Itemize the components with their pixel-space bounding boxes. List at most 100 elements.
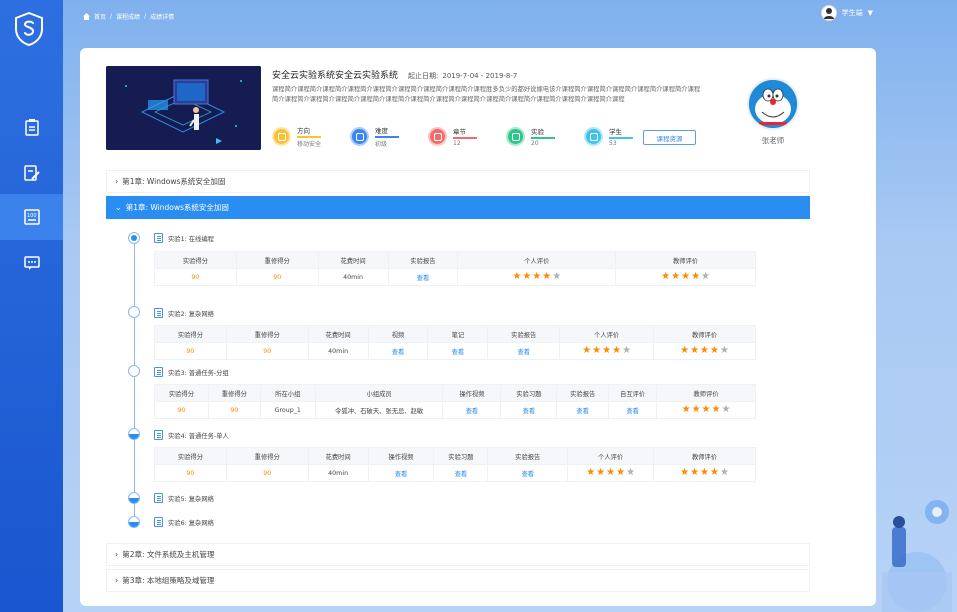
experiment-3-title[interactable]: 实验3: 普通任务-分组 [154,367,229,377]
clipboard-icon [24,119,39,136]
stat-value: 初级 [375,141,388,148]
nav-item-scores[interactable]: 100 [0,194,63,240]
chapter-label: 第2章: 文件系统及主机管理 [122,550,215,559]
view-report-link[interactable]: 查看 [556,401,610,419]
view-video-link[interactable]: 查看 [367,464,435,482]
star-filled-icon: ★ [711,404,721,415]
course-resource-button[interactable]: 课程资源 [643,130,696,145]
header-cell: 实验习题 [433,447,489,465]
header-cell: 实验得分 [154,384,209,402]
experiment-title-text: 实验1: 在线编程 [168,235,214,243]
teacher-name: 张老师 [761,136,785,145]
header-cell: 实验报告 [556,384,610,402]
document-icon [154,367,163,377]
star-filled-icon: ★ [700,345,710,356]
timeline-dot-half [128,428,140,440]
stat-bar [609,137,633,139]
view-notes-link[interactable]: 查看 [427,342,489,360]
score-cell: 90 [154,464,227,482]
star-filled-icon: ★ [512,271,522,282]
edit-document-icon [23,165,40,181]
timeline-dot-complete [128,232,140,244]
header-cell: 实验报告 [487,325,561,343]
breadcrumb-home[interactable]: 首页 [94,12,106,21]
experiment-title-text: 实验6: 复杂网络 [168,519,214,527]
view-report-link[interactable]: 查看 [487,464,569,482]
topbar: 首页 / 课程成绩 / 成绩详情 学生端 ▼ [63,0,957,32]
nav-item-messages[interactable] [0,240,63,286]
view-exercise-link[interactable]: 查看 [500,401,558,419]
personal-rating-cell: ★ ★ ★ ★ ★ [457,268,617,286]
header-cell: 实验报告 [387,251,459,269]
nav-item-edit[interactable] [0,150,63,196]
chapter-label: 第3章: 本地组策略及域管理 [122,576,215,585]
chapter-1-expanded[interactable]: ⌄ 第1章: Windows系统安全加固 [106,196,810,219]
star-rating: ★ ★ ★ ★ ★ [512,272,561,282]
view-video-link[interactable]: 查看 [442,401,502,419]
star-filled-icon: ★ [606,467,616,478]
document-icon [154,233,163,243]
chevron-right-icon: › [115,576,119,585]
chevron-right-icon: › [115,177,119,186]
view-exercise-link[interactable]: 查看 [433,464,489,482]
course-title: 安全云实验系统安全云实验系统 [272,71,399,81]
nav-item-tasks[interactable] [0,104,63,150]
view-peer-review-link[interactable]: 查看 [608,401,658,419]
svg-text:100: 100 [27,213,37,219]
teacher-info: 张老师 [747,78,799,146]
star-filled-icon: ★ [681,404,691,415]
experiment-title-text: 实验5: 复杂网络 [168,495,214,503]
experiment-4-title[interactable]: 实验4: 普通任务-单人 [154,430,229,440]
teacher-rating-cell: ★ ★ ★ ★ ★ [653,342,756,360]
user-name: 学生端 [841,9,863,17]
experiment-2-title[interactable]: 实验2: 复杂网络 [154,308,214,318]
star-filled-icon: ★ [532,271,542,282]
chevron-down-icon: ▼ [867,9,873,17]
star-filled-icon: ★ [586,467,596,478]
table-header-row: 实验得分 重修得分 花费时间 操作视频 实验习题 实验报告 个人评价 教师评价 [154,447,756,465]
chapter-1-collapsed[interactable]: › 第1章: Windows系统安全加固 [106,170,810,193]
difficulty-icon [350,127,369,146]
header-cell: 花费时间 [307,325,369,343]
personal-rating-cell: ★ ★ ★ ★ ★ [559,342,655,360]
breadcrumb-course-scores[interactable]: 课程成绩 [116,12,140,21]
breadcrumb-separator: / [110,13,113,20]
star-filled-icon: ★ [596,467,606,478]
chapter-label: 第1章: Windows系统安全加固 [122,177,226,186]
view-report-link[interactable]: 查看 [387,268,459,286]
time-cell: 40min [307,464,369,482]
user-menu[interactable]: 学生端 ▼ [820,5,873,21]
timeline-dot [128,365,140,377]
star-filled-icon: ★ [710,345,719,356]
star-filled-icon: ★ [690,345,700,356]
sidebar: 100 [0,0,63,612]
experiment-title-text: 实验4: 普通任务-单人 [168,432,229,440]
stat-bar [297,136,321,138]
chapter-3-collapsed[interactable]: › 第3章: 本地组策略及域管理 [106,569,810,592]
stat-experiments: 实验 20 [506,125,568,148]
experiment-5-title[interactable]: 实验5: 复杂网络 [154,493,214,503]
chapter-label: 第1章: Windows系统安全加固 [125,203,229,212]
header-cell: 实验得分 [154,251,237,269]
personal-rating-cell: ★ ★ ★ ★ ★ [567,464,655,482]
time-cell: 40min [307,342,369,360]
breadcrumb-score-detail: 成绩详情 [150,14,175,21]
document-icon [154,517,163,527]
star-filled-icon: ★ [661,271,671,282]
stat-value: 移动安全 [297,141,322,148]
shield-logo-icon [15,12,43,46]
star-empty-icon: ★ [626,467,636,478]
chat-icon [23,256,40,270]
header-cell: 操作视频 [442,384,502,402]
chapter-2-collapsed[interactable]: › 第2章: 文件系统及主机管理 [106,543,810,566]
experiment-6-title[interactable]: 实验6: 复杂网络 [154,517,214,527]
experiment-1-title[interactable]: 实验1: 在线编程 [154,233,214,243]
header-cell: 个人评价 [457,251,617,269]
star-empty-icon: ★ [721,404,731,415]
view-report-link[interactable]: 查看 [487,342,561,360]
view-video-link[interactable]: 查看 [367,342,429,360]
stat-label: 学生 [609,128,622,136]
teacher-rating-cell: ★ ★ ★ ★ ★ [656,401,756,419]
star-filled-icon: ★ [700,467,710,478]
stat-value: 20 [531,140,539,147]
